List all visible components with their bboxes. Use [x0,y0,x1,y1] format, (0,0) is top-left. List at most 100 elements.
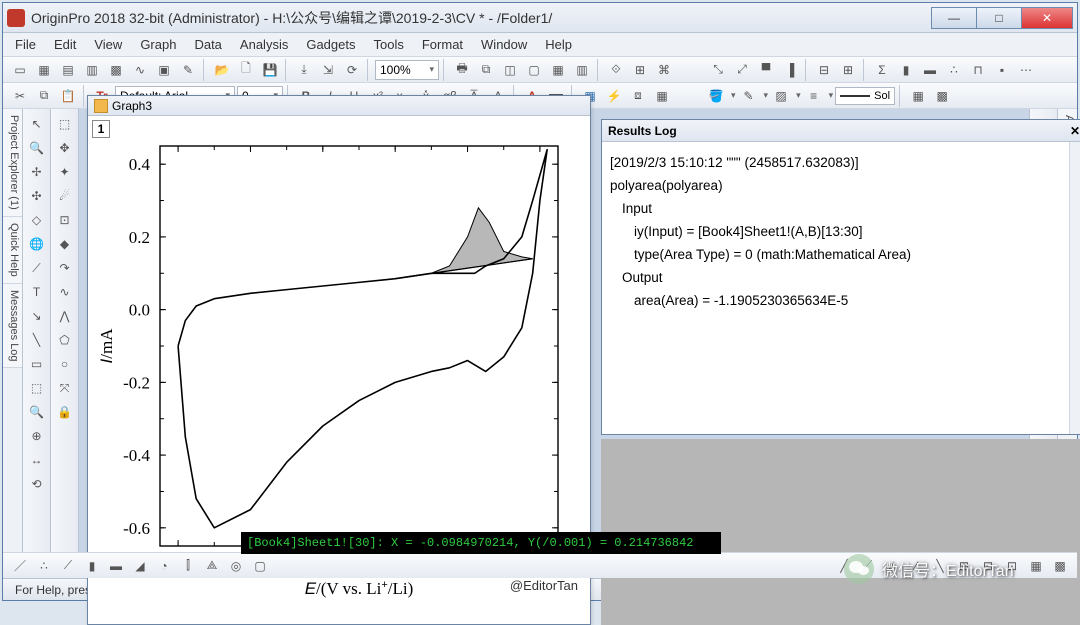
reader-icon[interactable]: ✦ [54,161,76,183]
contour-icon[interactable]: ◎ [225,555,247,577]
add-column-icon[interactable]: ⊞ [629,59,651,81]
digitize-icon[interactable]: ▥ [571,59,593,81]
zoom-rect-icon[interactable]: ⬚ [54,113,76,135]
results-log-window[interactable]: Results Log ✕ [2019/2/3 15:10:12 """ (24… [601,119,1080,435]
line-style-3-icon[interactable]: ∕ [881,555,903,577]
fill-color-icon[interactable]: 🪣 [705,85,727,107]
import-single-icon[interactable]: ⇲ [317,59,339,81]
video-icon[interactable]: ▦ [547,59,569,81]
add-top-x-icon[interactable]: ▀ [755,59,777,81]
graph-window-titlebar[interactable]: Graph3 [88,96,590,116]
box-tool-icon[interactable]: ⊓ [967,59,989,81]
stats-icon[interactable]: Σ [871,59,893,81]
copy-icon[interactable]: ⧉ [33,85,55,107]
line-style-2-icon[interactable]: ⟋ [857,555,879,577]
data-reader-icon[interactable]: ✢ [26,161,48,183]
region-tool-icon[interactable]: ⬚ [26,377,48,399]
paste-icon[interactable]: 📋 [57,85,79,107]
menu-edit[interactable]: Edit [54,37,76,52]
layer-mode-icon[interactable]: ⧈ [627,85,649,107]
zoom-combo[interactable]: 100%▾ [375,60,439,80]
print-icon[interactable]: 🖶 [451,59,473,81]
results-close-icon[interactable]: ✕ [1070,124,1080,138]
line-style-4-icon[interactable]: ⁄ [905,555,927,577]
pan-icon[interactable]: ✥ [54,137,76,159]
column-plot-icon[interactable]: ▮ [81,555,103,577]
line-style-5-icon[interactable]: ╲ [929,555,951,577]
line-style-6-icon[interactable]: ⊞ [953,555,975,577]
import-wizard-icon[interactable]: ⤓ [293,59,315,81]
new-project-icon[interactable]: ▭ [9,59,31,81]
screen-reader-icon[interactable]: ✣ [26,185,48,207]
new-color-icon[interactable]: ◫ [499,59,521,81]
hist-tool-icon[interactable]: ▪ [991,59,1013,81]
line-style-10-icon[interactable]: ▩ [1049,555,1071,577]
new-matrix-icon[interactable]: ▩ [105,59,127,81]
mask-tool-icon[interactable]: 🌐 [26,233,48,255]
3d-plot-icon[interactable]: ⟁ [201,555,223,577]
lock-icon[interactable]: 🔒 [54,401,76,423]
line-color-icon[interactable]: ✎ [738,85,760,107]
new-workbook-icon[interactable]: ▦ [33,59,55,81]
line-symbol-icon[interactable]: ⟋ [57,555,79,577]
insert-obj-icon[interactable]: ⊕ [26,425,48,447]
data-selector-icon[interactable]: ◇ [26,209,48,231]
line-style-combo[interactable]: Sol [835,87,895,105]
refresh-icon[interactable]: ⟳ [341,59,363,81]
new-excel-icon[interactable]: ▤ [57,59,79,81]
line-style-7-icon[interactable]: ⊟ [977,555,999,577]
menu-graph[interactable]: Graph [140,37,176,52]
menu-help[interactable]: Help [545,37,572,52]
col-plot-icon[interactable]: ▮ [895,59,917,81]
menu-analysis[interactable]: Analysis [240,37,288,52]
selection-icon[interactable]: ⊡ [54,209,76,231]
palette-icon[interactable]: ▦ [907,85,929,107]
speed-mode-icon[interactable]: ⚡ [603,85,625,107]
maximize-button[interactable]: □ [976,7,1022,29]
polygon-icon[interactable]: ⬠ [54,329,76,351]
open-icon[interactable]: 📂 [211,59,233,81]
line-style-1-icon[interactable]: ╱ [833,555,855,577]
tab-quick-help[interactable]: Quick Help [3,217,22,284]
text-tool-icon[interactable]: T [26,281,48,303]
bar-plot-icon[interactable]: ▬ [105,555,127,577]
menu-gadgets[interactable]: Gadgets [306,37,355,52]
save-icon[interactable]: 💾 [259,59,281,81]
open-template-icon[interactable]: 🗋 [235,59,257,81]
draw-data-icon[interactable]: ⟋ [26,257,48,279]
merge-icon[interactable]: ⊞ [837,59,859,81]
template-icon[interactable]: ▢ [249,555,271,577]
results-log-titlebar[interactable]: Results Log ✕ [602,120,1080,142]
menu-tools[interactable]: Tools [374,37,404,52]
tab-project-explorer[interactable]: Project Explorer (1) [3,109,22,217]
zoom-pan-icon[interactable]: 🔍 [26,137,48,159]
extract-layers-icon[interactable]: ⊟ [813,59,835,81]
curved-arrow-icon[interactable]: ↷ [54,257,76,279]
menu-format[interactable]: Format [422,37,463,52]
tab-messages-log[interactable]: Messages Log [3,284,22,369]
rotate-icon[interactable]: ⟲ [26,473,48,495]
line-style-9-icon[interactable]: ▦ [1025,555,1047,577]
line-width-icon[interactable]: ≡ [803,85,825,107]
new-notes-icon[interactable]: ✎ [177,59,199,81]
pointer-icon[interactable]: ↖ [26,113,48,135]
rescale-all-icon[interactable]: ⤢ [731,59,753,81]
rect-tool-icon[interactable]: ▭ [26,353,48,375]
add-right-y-icon[interactable]: ▐ [779,59,801,81]
circle-icon[interactable]: ○ [54,353,76,375]
minimize-button[interactable]: — [931,7,977,29]
recalculate-icon[interactable]: ⟐ [605,59,627,81]
annotation-icon[interactable]: ☄ [54,185,76,207]
polyline-icon[interactable]: ⋀ [54,305,76,327]
new-function-icon[interactable]: ∿ [129,59,151,81]
code-builder-icon[interactable]: ⌘ [653,59,675,81]
line-plot-icon[interactable]: ／ [9,555,31,577]
pie-plot-icon[interactable]: ◔ [153,555,175,577]
menu-view[interactable]: View [94,37,122,52]
light-grid-icon[interactable]: ▦ [651,85,673,107]
palette2-icon[interactable]: ▩ [931,85,953,107]
scatter-plot-icon[interactable]: ∴ [33,555,55,577]
duplicate-icon[interactable]: ⧉ [475,59,497,81]
rescale-icon[interactable]: ⤡ [707,59,729,81]
zoom-in-icon[interactable]: 🔍 [26,401,48,423]
